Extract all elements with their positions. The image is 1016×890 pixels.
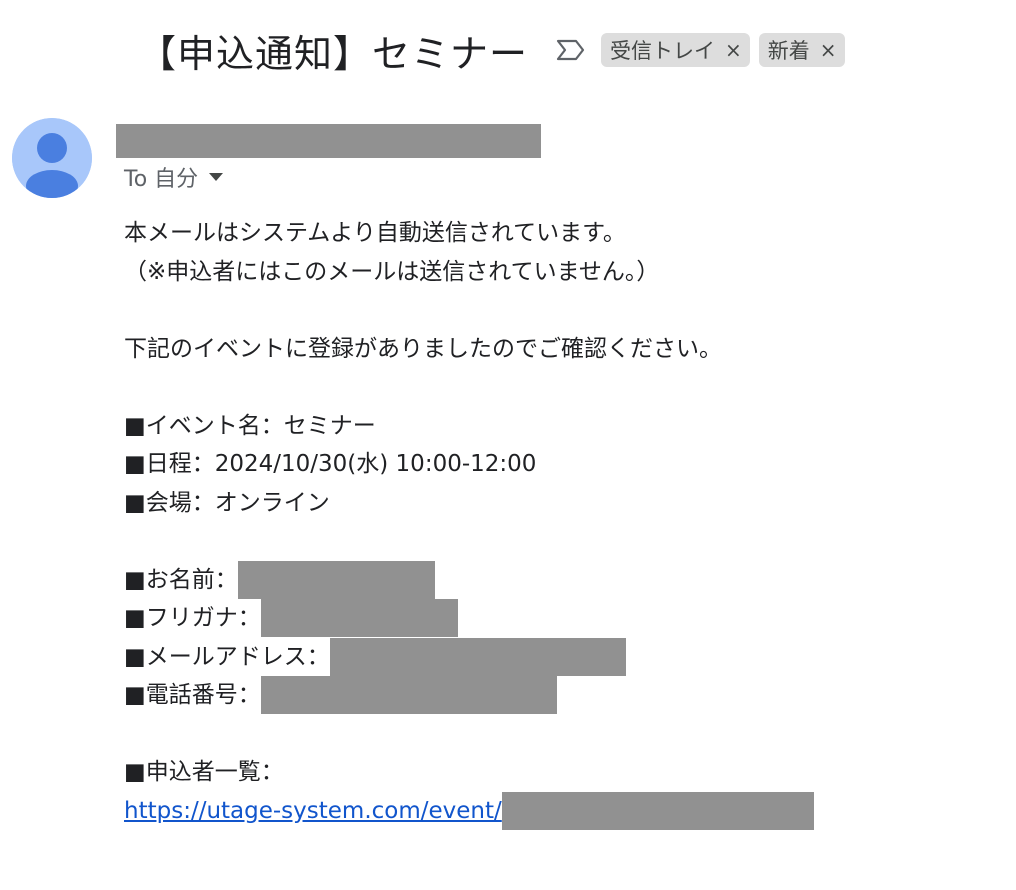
label-chip-inbox[interactable]: 受信トレイ ×: [601, 33, 750, 67]
applicant-name-label: ■お名前：: [124, 566, 238, 593]
applicant-email-line: ■メールアドレス：: [124, 637, 994, 677]
recipient-text: To 自分: [124, 167, 199, 192]
applicant-name-redacted: [237, 560, 435, 599]
applicant-phone-redacted: [260, 676, 557, 715]
applicant-list-link-line: https://utage-system.com/event/: [124, 791, 994, 831]
applicant-list-link-redacted: [501, 791, 814, 830]
applicant-furigana-label: ■フリガナ：: [124, 605, 261, 631]
applicant-email-label: ■メールアドレス：: [124, 643, 330, 670]
important-marker-icon[interactable]: [556, 38, 586, 62]
label-chip-new-text: 新着: [767, 39, 810, 63]
subject-row: 【申込通知】セミナー 受信トレイ × 新着 ×: [138, 20, 845, 80]
body-line-confirm: 下記のイベントに登録がありましたのでご確認ください。: [124, 335, 722, 362]
applicant-list-label-line: ■申込者一覧：: [124, 759, 284, 785]
applicant-email-redacted: [329, 637, 626, 676]
applicant-phone-line: ■電話番号：: [124, 676, 994, 715]
subject-title: 【申込通知】セミナー: [138, 31, 529, 76]
body-line-auto-sent: 本メールはシステムより自動送信されています。: [124, 220, 626, 246]
applicant-furigana-redacted: [260, 599, 458, 638]
email-view: 【申込通知】セミナー 受信トレイ × 新着 × To 自分 本メールはシステムよ…: [0, 0, 1016, 890]
body-line-note: （※申込者にはこのメールは送信されていません。）: [124, 258, 660, 285]
message-body: 本メールはシステムより自動送信されています。 （※申込者にはこのメールは送信され…: [124, 214, 994, 830]
applicant-name-line: ■お名前：: [124, 560, 994, 600]
label-chip-new[interactable]: 新着 ×: [758, 33, 845, 67]
close-icon[interactable]: ×: [725, 40, 742, 60]
event-venue-line: ■会場：オンライン: [124, 489, 330, 516]
default-avatar-icon[interactable]: [12, 118, 92, 198]
applicant-furigana-line: ■フリガナ：: [124, 599, 994, 638]
close-icon[interactable]: ×: [820, 40, 837, 60]
sender-name-redacted[interactable]: [116, 124, 541, 158]
event-date-line: ■日程：2024/10/30(水) 10:00-12:00: [124, 451, 537, 477]
label-chip-inbox-text: 受信トレイ: [610, 39, 716, 63]
recipient-details: To 自分: [124, 160, 224, 194]
caret-down-icon[interactable]: [208, 172, 224, 182]
applicant-list-link[interactable]: https://utage-system.com/event/: [124, 792, 502, 831]
event-name-line: ■イベント名：セミナー: [124, 412, 376, 439]
applicant-phone-label: ■電話番号：: [124, 682, 261, 708]
